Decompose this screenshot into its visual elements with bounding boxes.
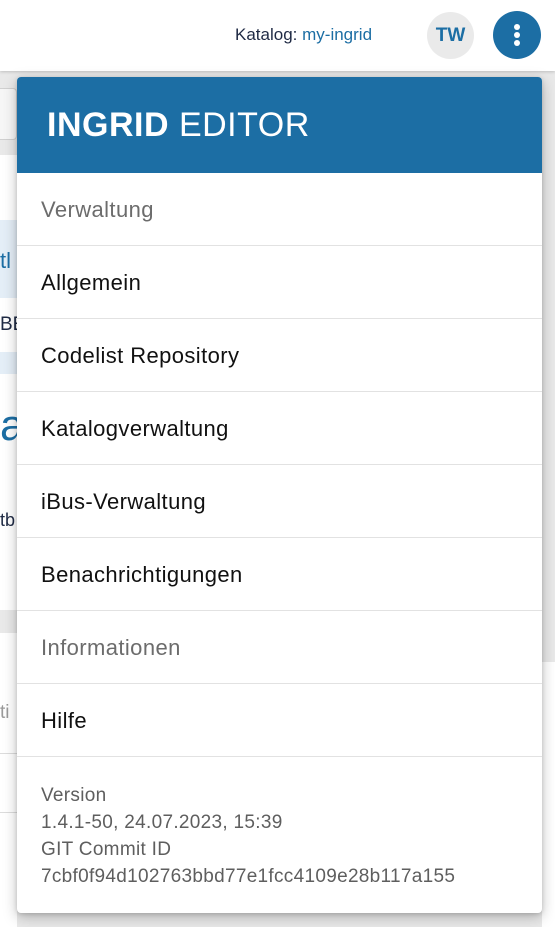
commit-label: GIT Commit ID: [41, 839, 172, 860]
background-text-5: ti: [0, 702, 10, 723]
background-right-panel: [542, 662, 555, 927]
menu-item-allgemein[interactable]: Allgemein: [17, 246, 542, 319]
version-label: Version: [41, 785, 107, 806]
background-panel: [0, 88, 17, 140]
menu-header-logo: INGRID EDITOR: [17, 77, 542, 173]
background-text-1: tl: [0, 248, 11, 273]
background-text-3: a: [0, 401, 17, 450]
background-highlight-2: [0, 352, 17, 374]
section-verwaltung: Verwaltung: [17, 173, 542, 246]
background-divider: [0, 753, 17, 754]
background-text-4: tb: [0, 510, 16, 530]
menu-item-katalogverwaltung[interactable]: Katalogverwaltung: [17, 392, 542, 465]
menu-item-ibus-verwaltung[interactable]: iBus-Verwaltung: [17, 465, 542, 538]
top-bar: Katalog: my-ingrid TW: [0, 0, 555, 71]
background-lower-panel: [0, 633, 17, 927]
background-divider-2: [0, 812, 17, 813]
menu-item-codelist-repository[interactable]: Codelist Repository: [17, 319, 542, 392]
menu-item-hilfe[interactable]: Hilfe: [17, 684, 542, 757]
logo-text: EDITOR: [178, 106, 310, 144]
logo-bold-text: INGRID: [47, 106, 169, 144]
user-avatar[interactable]: TW: [427, 12, 474, 59]
section-informationen: Informationen: [17, 611, 542, 684]
catalog-label: Katalog:: [235, 25, 298, 44]
catalog-indicator[interactable]: Katalog: my-ingrid: [235, 24, 372, 46]
more-vert-icon[interactable]: [493, 11, 541, 59]
version-value: 1.4.1-50, 24.07.2023, 15:39: [41, 812, 283, 833]
menu-item-benachrichtigungen[interactable]: Benachrichtigungen: [17, 538, 542, 611]
background-text-2: BE: [0, 314, 17, 335]
version-info: Version 1.4.1-50, 24.07.2023, 15:39 GIT …: [17, 757, 542, 890]
commit-value: 7cbf0f94d102763bbd77e1fcc4109e28b117a155: [41, 866, 456, 887]
app-menu-dropdown: INGRID EDITOR Verwaltung Allgemein Codel…: [17, 77, 542, 913]
catalog-name[interactable]: my-ingrid: [302, 25, 372, 44]
